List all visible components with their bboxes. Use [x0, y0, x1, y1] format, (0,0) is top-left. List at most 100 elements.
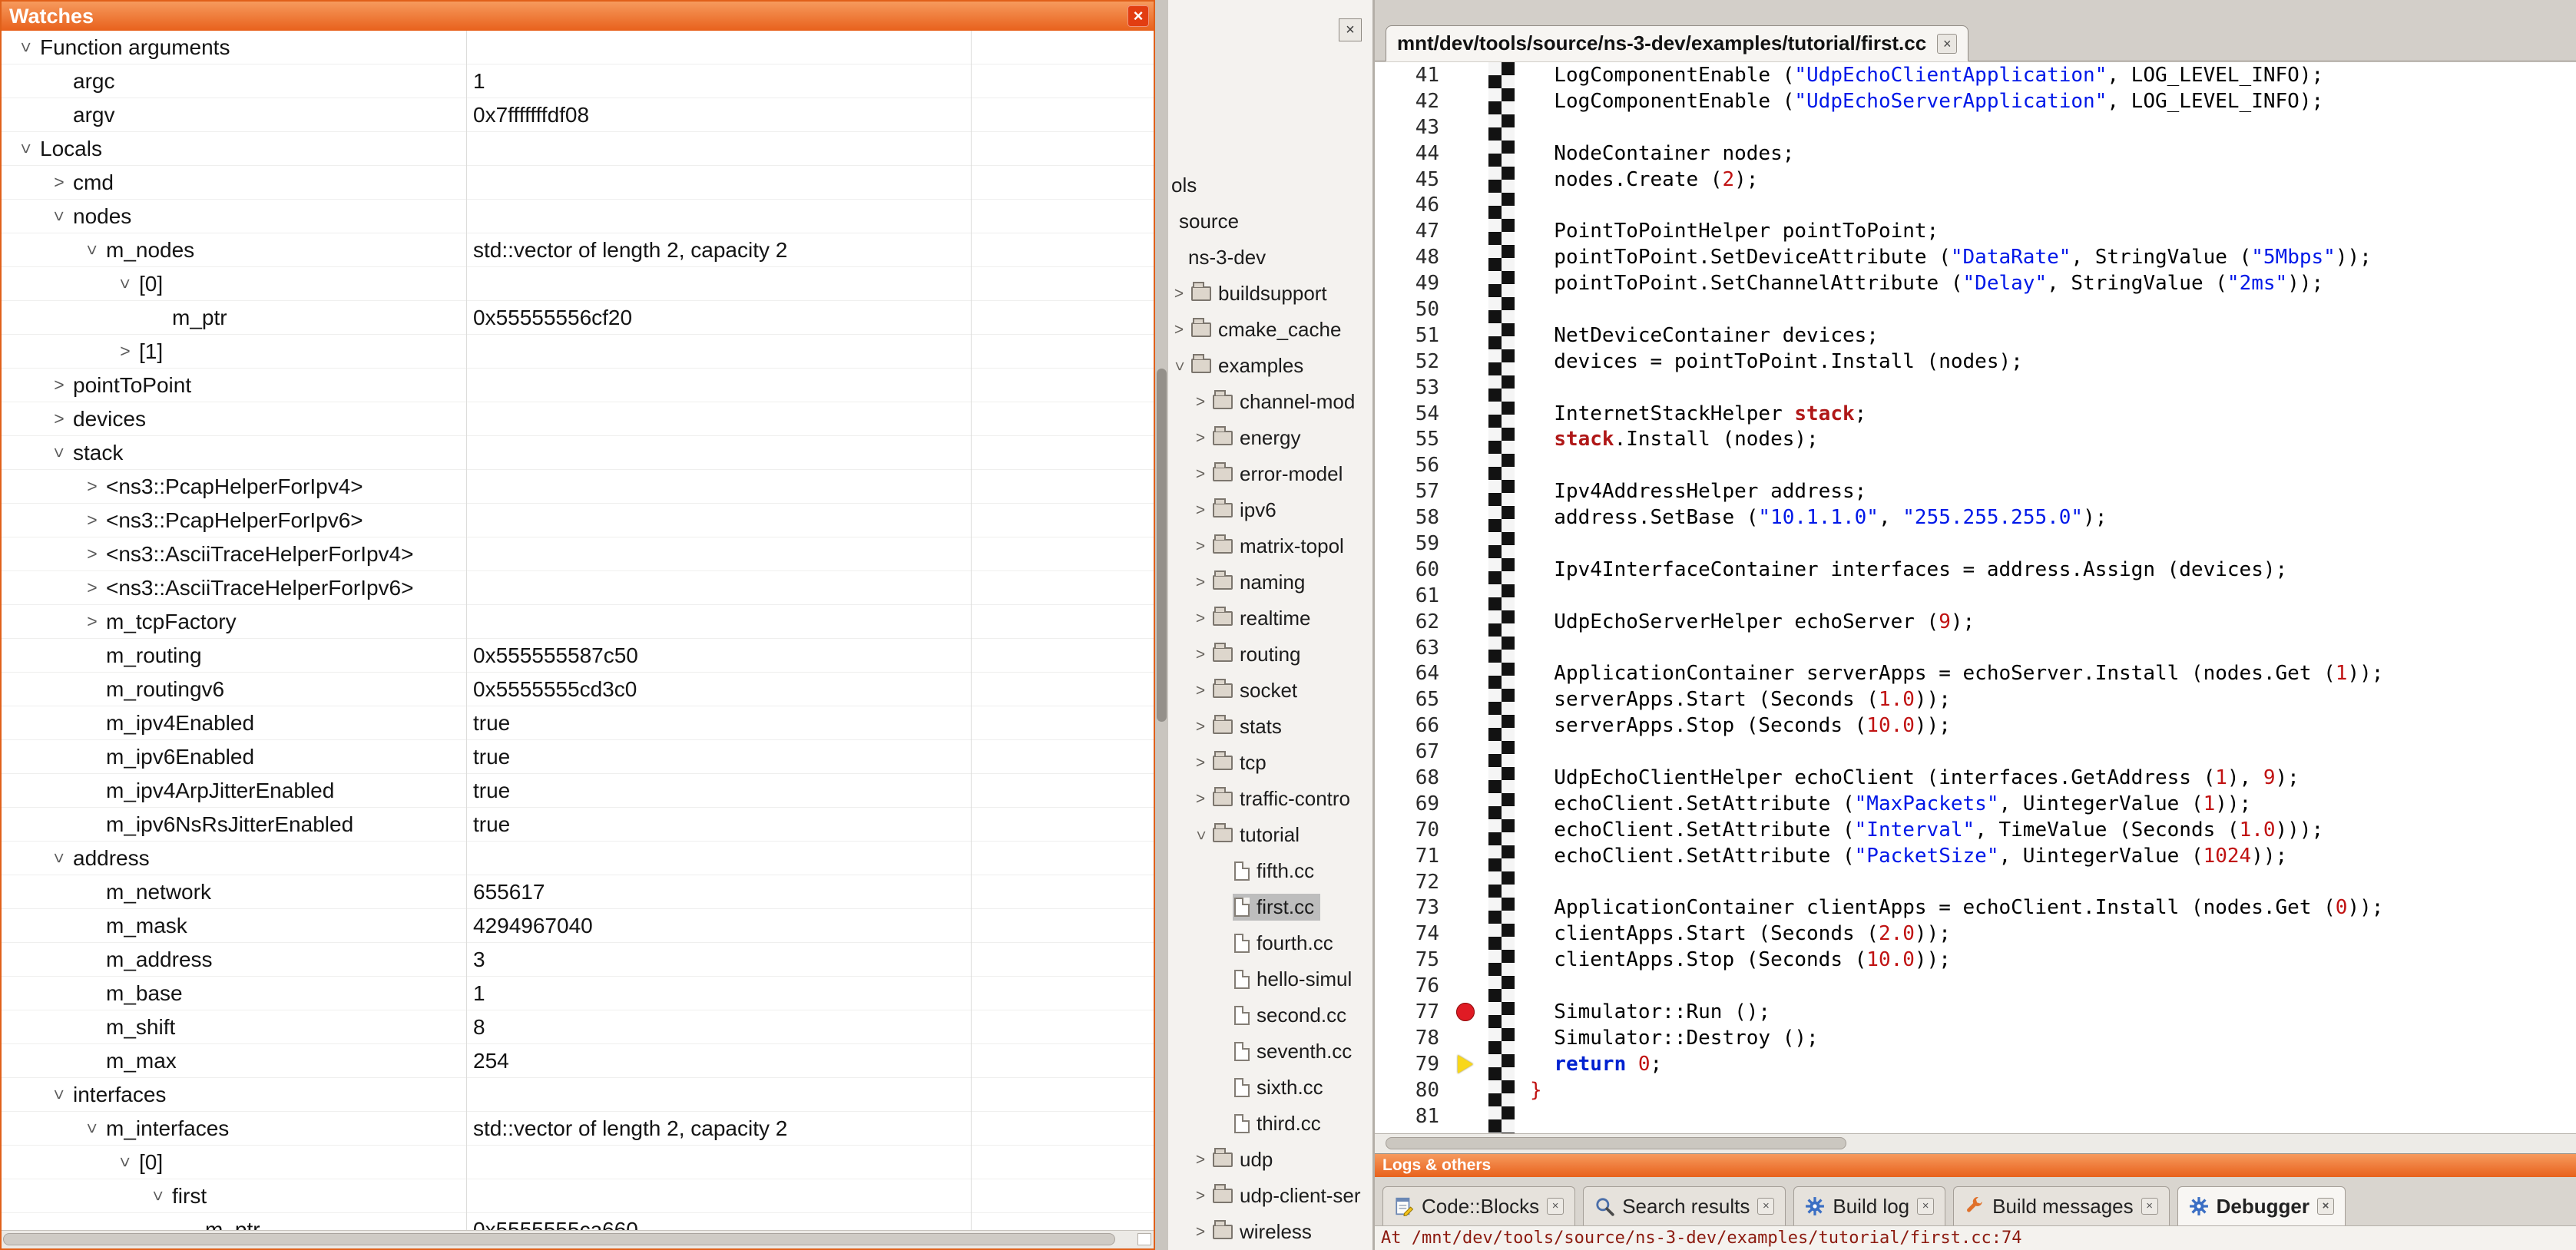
tree-item-second-cc[interactable]: second.cc: [1168, 997, 1372, 1033]
close-icon[interactable]: ×: [1757, 1198, 1774, 1215]
tree-item-fifth-cc[interactable]: fifth.cc: [1168, 853, 1372, 889]
column-divider[interactable]: [971, 31, 972, 1230]
logs-tab-debugger[interactable]: Debugger×: [2177, 1186, 2346, 1225]
chevron-right-icon[interactable]: >: [1190, 790, 1211, 809]
watch-row-m-routing[interactable]: m_routing0x555555587c50: [2, 639, 1154, 673]
tree-item-channel-mod[interactable]: >channel-mod: [1168, 384, 1372, 420]
tree-item-udp[interactable]: >udp: [1168, 1142, 1372, 1178]
marker-margin[interactable]: [1450, 62, 1488, 88]
watch-row-function-arguments[interactable]: >Function arguments: [2, 31, 1154, 64]
line-number[interactable]: 77: [1375, 1000, 1450, 1023]
code-text[interactable]: echoClient.SetAttribute ("Interval", Tim…: [1515, 818, 2323, 842]
marker-margin[interactable]: [1450, 114, 1488, 141]
marker-margin[interactable]: [1450, 270, 1488, 296]
marker-margin[interactable]: [1450, 141, 1488, 167]
marker-margin[interactable]: [1450, 192, 1488, 218]
tree-item-ipv6[interactable]: >ipv6: [1168, 492, 1372, 528]
marker-margin[interactable]: [1450, 843, 1488, 869]
code-text[interactable]: serverApps.Stop (Seconds (10.0));: [1515, 714, 1951, 737]
scrollbar-thumb[interactable]: [1157, 369, 1167, 722]
tree-item-first-cc[interactable]: first.cc: [1168, 889, 1372, 925]
chevron-right-icon[interactable]: >: [1190, 610, 1211, 628]
line-number[interactable]: 59: [1375, 532, 1450, 555]
line-number[interactable]: 80: [1375, 1079, 1450, 1102]
marker-margin[interactable]: [1450, 322, 1488, 349]
chevron-right-icon[interactable]: >: [78, 611, 106, 632]
marker-margin[interactable]: [1450, 947, 1488, 973]
code-text[interactable]: PointToPointHelper pointToPoint;: [1515, 220, 1939, 243]
marker-margin[interactable]: [1450, 791, 1488, 817]
line-number[interactable]: 46: [1375, 193, 1450, 217]
code-text[interactable]: NetDeviceContainer devices;: [1515, 324, 1879, 347]
watch-row-m-base[interactable]: m_base1: [2, 977, 1154, 1010]
line-number[interactable]: 71: [1375, 845, 1450, 868]
watch-row-stack[interactable]: >stack: [2, 436, 1154, 470]
line-number[interactable]: 61: [1375, 584, 1450, 607]
marker-margin[interactable]: [1450, 765, 1488, 791]
marker-margin[interactable]: [1450, 583, 1488, 609]
code-text[interactable]: ApplicationContainer clientApps = echoCl…: [1515, 896, 2383, 919]
watch-row-m-interfaces[interactable]: >m_interfacesstd::vector of length 2, ca…: [2, 1112, 1154, 1146]
code-text[interactable]: pointToPoint.SetDeviceAttribute ("DataRa…: [1515, 246, 2372, 269]
chevron-right-icon[interactable]: >: [1190, 718, 1211, 736]
code-text[interactable]: stack.Install (nodes);: [1515, 428, 1819, 451]
watch-row-m-routingv6[interactable]: m_routingv60x5555555cd3c0: [2, 673, 1154, 706]
line-number[interactable]: 53: [1375, 376, 1450, 399]
tree-item-ols[interactable]: ols: [1168, 167, 1372, 203]
tree-item-routing[interactable]: >routing: [1168, 637, 1372, 673]
code-text[interactable]: LogComponentEnable ("UdpEchoServerApplic…: [1515, 90, 2323, 113]
line-number[interactable]: 64: [1375, 662, 1450, 685]
current-line-margin[interactable]: [1450, 1051, 1488, 1077]
code-text[interactable]: UdpEchoClientHelper echoClient (interfac…: [1515, 766, 2300, 789]
watch-row-m-shift[interactable]: m_shift8: [2, 1010, 1154, 1044]
tree-item-cmake-cache[interactable]: >cmake_cache: [1168, 312, 1372, 348]
marker-margin[interactable]: [1450, 1103, 1488, 1129]
chevron-right-icon[interactable]: >: [1190, 1187, 1211, 1205]
code-text[interactable]: return 0;: [1515, 1053, 1662, 1076]
line-number[interactable]: 51: [1375, 324, 1450, 347]
tree-item-tcp[interactable]: >tcp: [1168, 745, 1372, 781]
marker-margin[interactable]: [1450, 426, 1488, 452]
chevron-right-icon[interactable]: >: [1190, 1151, 1211, 1169]
editor-tab-first-cc[interactable]: mnt/dev/tools/source/ns-3-dev/examples/t…: [1386, 25, 1968, 61]
chevron-right-icon[interactable]: >: [1190, 537, 1211, 556]
watch-row-nodes[interactable]: >nodes: [2, 200, 1154, 233]
line-number[interactable]: 54: [1375, 402, 1450, 425]
chevron-right-icon[interactable]: >: [1190, 1223, 1211, 1242]
chevron-down-icon[interactable]: >: [1190, 826, 1211, 845]
tree-vscrollbar[interactable]: [1155, 0, 1168, 1250]
tree-item-seventh-cc[interactable]: seventh.cc: [1168, 1033, 1372, 1070]
marker-margin[interactable]: [1450, 817, 1488, 843]
tree-item-ns-3-dev[interactable]: ns-3-dev: [1168, 240, 1372, 276]
close-icon[interactable]: ×: [2141, 1198, 2158, 1215]
chevron-down-icon[interactable]: >: [78, 1118, 106, 1139]
chevron-down-icon[interactable]: >: [45, 442, 73, 463]
resize-grip[interactable]: [1137, 1233, 1151, 1245]
code-text[interactable]: echoClient.SetAttribute ("PacketSize", U…: [1515, 845, 2287, 868]
chevron-right-icon[interactable]: >: [45, 375, 73, 395]
chevron-right-icon[interactable]: >: [1190, 646, 1211, 664]
code-text[interactable]: LogComponentEnable ("UdpEchoClientApplic…: [1515, 64, 2323, 87]
code-text[interactable]: clientApps.Start (Seconds (2.0));: [1515, 922, 1951, 945]
tree-item-hello-simul[interactable]: hello-simul: [1168, 961, 1372, 997]
line-number[interactable]: 60: [1375, 558, 1450, 581]
watch-row-ns3-asciitracehelperforipv4[interactable]: ><ns3::AsciiTraceHelperForIpv4>: [2, 537, 1154, 571]
line-number[interactable]: 47: [1375, 220, 1450, 243]
tree-item-buildsupport[interactable]: >buildsupport: [1168, 276, 1372, 312]
column-divider[interactable]: [466, 31, 467, 1230]
watch-row-0[interactable]: >[0]: [2, 1146, 1154, 1179]
editor-hscrollbar[interactable]: [1375, 1133, 2576, 1153]
marker-margin[interactable]: [1450, 504, 1488, 531]
marker-margin[interactable]: [1450, 218, 1488, 244]
marker-margin[interactable]: [1450, 869, 1488, 895]
watches-close-button[interactable]: ×: [1127, 5, 1149, 27]
line-number[interactable]: 42: [1375, 90, 1450, 113]
watch-row-pointtopoint[interactable]: >pointToPoint: [2, 369, 1154, 402]
tree-item-wireless[interactable]: >wireless: [1168, 1214, 1372, 1250]
chevron-down-icon[interactable]: >: [12, 37, 40, 58]
line-number[interactable]: 49: [1375, 272, 1450, 295]
tree-item-fourth-cc[interactable]: fourth.cc: [1168, 925, 1372, 961]
chevron-right-icon[interactable]: >: [78, 544, 106, 564]
editor-body[interactable]: 41 LogComponentEnable ("UdpEchoClientApp…: [1375, 62, 2576, 1133]
watch-row-m-ipv4enabled[interactable]: m_ipv4Enabledtrue: [2, 706, 1154, 740]
